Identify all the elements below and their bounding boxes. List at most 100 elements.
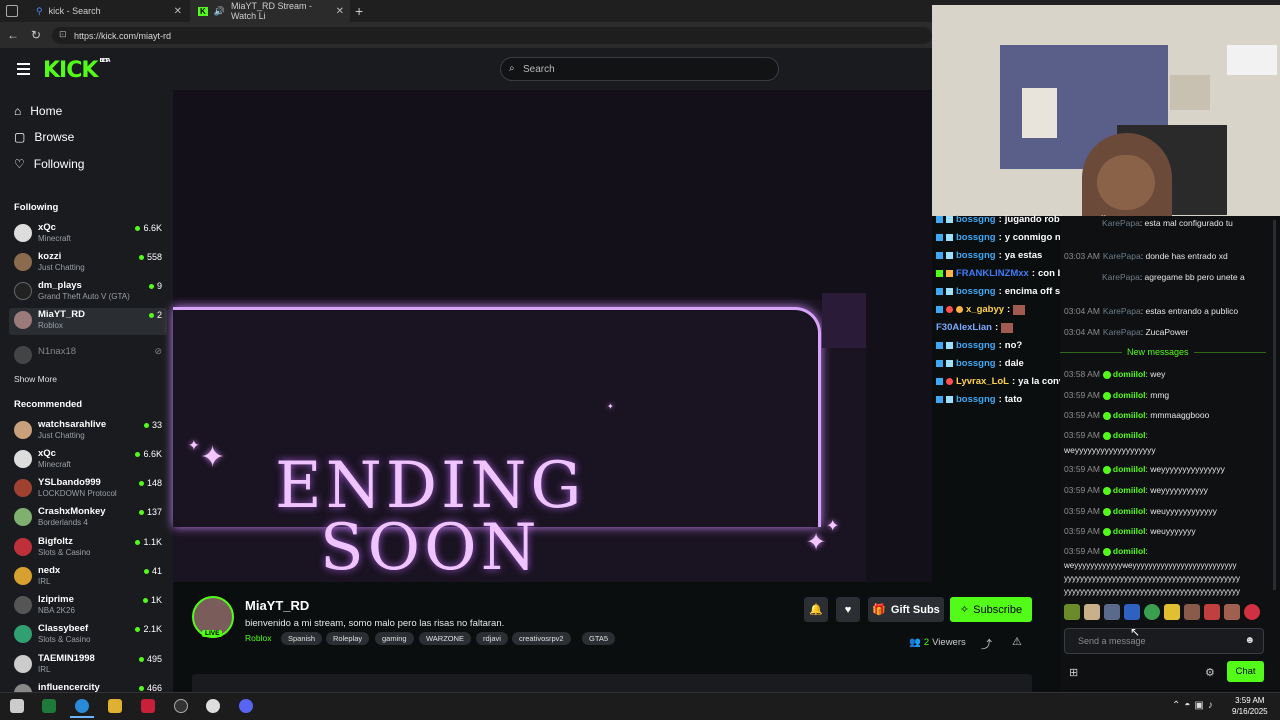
kick-logo[interactable]: KICK BETA <box>43 58 111 83</box>
viewer-count: 2 <box>148 310 162 320</box>
tag-pill[interactable]: Spanish <box>281 632 323 645</box>
channel-category: Minecraft <box>38 460 71 469</box>
emote-icon[interactable] <box>1184 604 1200 620</box>
notification-bell-button[interactable]: 🔔 <box>804 597 828 622</box>
emoji-icon[interactable]: ☻ <box>1244 635 1255 646</box>
emote-icon[interactable] <box>1104 604 1120 620</box>
subscribe-button[interactable]: ✧ Subscribe <box>950 597 1032 622</box>
channel-category: Just Chatting <box>38 263 85 272</box>
sidebar-rec-xqc[interactable]: xQc Minecraft 6.6K <box>14 448 166 475</box>
tag-pill[interactable]: creativosrpv2 <box>512 632 571 645</box>
reload-icon[interactable]: ↻ <box>31 28 41 42</box>
home-icon: ⌂ <box>14 104 22 118</box>
emote-icon[interactable] <box>1204 604 1220 620</box>
sidebar-rec-iziprime[interactable]: Iziprime NBA 2K26 1K <box>14 594 166 621</box>
chat-message-input[interactable]: Send a message ☻ <box>1064 628 1264 654</box>
tag-pill[interactable]: rdjavi <box>476 632 508 645</box>
webcam-face <box>1097 155 1155 210</box>
channel-name: Classybeef <box>38 623 89 634</box>
stream-category-link[interactable]: Roblox <box>245 633 271 643</box>
webcam-picture <box>1170 75 1210 110</box>
sidebar-rec-influencercity[interactable]: influencercity 466 <box>14 682 166 692</box>
sidebar-rec-yslbando999[interactable]: YSLbando999 LOCKDOWN Protocol 148 <box>14 477 166 504</box>
settings-gear-icon[interactable]: ⚙ <box>1205 666 1215 679</box>
webcam-poster <box>1022 88 1057 138</box>
browser-tab-search[interactable]: ⚲ kick - Search ✕ <box>28 0 188 22</box>
badge-icon <box>936 378 943 385</box>
overlay-crystal <box>822 293 866 348</box>
edge-icon[interactable] <box>75 699 89 713</box>
recommended-heading: Recommended <box>14 399 83 410</box>
new-tab-icon[interactable]: + <box>355 3 363 19</box>
report-icon[interactable]: ⚠ <box>1012 635 1022 648</box>
nav-label: Following <box>33 157 85 171</box>
emote-icon[interactable] <box>1144 604 1160 620</box>
app-icon[interactable] <box>42 699 56 713</box>
sidebar-channel-kozzi[interactable]: kozzi Just Chatting 558 <box>14 251 166 278</box>
emote-icon[interactable] <box>1064 604 1080 620</box>
users-icon: 👥 <box>909 637 921 648</box>
channel-name[interactable]: MiaYT_RD <box>245 598 309 613</box>
emote-icon[interactable] <box>1084 604 1100 620</box>
discord-icon[interactable] <box>239 699 253 713</box>
badge-icon <box>946 360 953 367</box>
follow-heart-button[interactable]: ♥ <box>836 597 860 622</box>
sidebar-rec-taemin1998[interactable]: TAEMIN1998 IRL 495 <box>14 653 166 680</box>
tab-actions-icon[interactable] <box>6 5 18 17</box>
tag-pill[interactable]: GTA5 <box>582 632 616 645</box>
taskbar-clock[interactable]: 3:59 AM 9/16/2025 <box>1232 695 1268 717</box>
nav-following[interactable]: ♡ Following <box>14 155 84 173</box>
nav-browse[interactable]: ▢ Browse <box>14 128 74 146</box>
emote-icon[interactable] <box>1244 604 1260 620</box>
gift-subs-button[interactable]: 🎁 Gift Subs <box>868 597 944 622</box>
tag-pill[interactable]: WARZONE <box>419 632 472 645</box>
emote-icon[interactable] <box>1164 604 1180 620</box>
sidebar-channel-dm-plays[interactable]: dm_plays Grand Theft Auto V (GTA) 9 <box>14 280 166 307</box>
sidebar-rec-crashxmonkey[interactable]: CrashxMonkey Borderlands 4 137 <box>14 506 166 533</box>
sidebar-channel-n1nax18[interactable]: N1nax18 ⊘ <box>14 344 166 371</box>
badge-icon <box>936 306 943 313</box>
sidebar-channel-miayt-rd[interactable]: MiaYT_RD Roblox 2 <box>14 309 166 336</box>
chat-message: 03:59 AM domiilol: <box>1064 430 1148 440</box>
channel-name: YSLbando999 <box>38 477 101 488</box>
sidebar-rec-bigfoltz[interactable]: Bigfoltz Slots & Casino 1.1K <box>14 536 166 563</box>
start-icon[interactable] <box>10 699 24 713</box>
overlay-chat-message: bossgng: no? <box>936 340 1022 351</box>
search-input[interactable]: ⌕ Search <box>500 57 779 81</box>
system-tray-icons[interactable]: ⌃◓▣♪ <box>1172 700 1217 711</box>
close-tab-icon[interactable]: ✕ <box>336 6 344 17</box>
chat-scrollbar[interactable] <box>1273 220 1276 590</box>
gift-icon[interactable]: ⊞ <box>1069 666 1078 679</box>
app-icon[interactable] <box>174 699 188 713</box>
emote-icon[interactable] <box>1224 604 1240 620</box>
menu-icon[interactable] <box>17 63 30 75</box>
app-icon[interactable] <box>141 699 155 713</box>
close-tab-icon[interactable]: ✕ <box>174 6 182 17</box>
tag-pill[interactable]: gaming <box>375 632 414 645</box>
chat-message: KarePapa: esta mal configurado tu <box>1102 218 1233 228</box>
chat-message: 03:58 AM domiilol: wey <box>1064 369 1166 379</box>
chat-message-text: yyyyyyyyyyyyyyyyyyyyyyyyyyyyyyyyyyyyyyyy… <box>1064 587 1240 596</box>
tag-pill[interactable]: Roleplay <box>326 632 370 645</box>
browser-tab-kick[interactable]: K 🔊 MiaYT_RD Stream - Watch Li ✕ <box>190 0 350 22</box>
sidebar-rec-watchsarahlive[interactable]: watchsarahlive Just Chatting 33 <box>14 419 166 446</box>
chat-send-button[interactable]: Chat <box>1227 661 1264 682</box>
lock-icon: ⊡ <box>59 29 67 39</box>
sidebar-rec-classybeef[interactable]: Classybeef Slots & Casino 2.1K <box>14 623 166 650</box>
show-more-link[interactable]: Show More <box>14 374 57 384</box>
viewer-count: 2.1K <box>135 624 162 634</box>
back-icon[interactable]: ← <box>7 28 19 42</box>
chat-message: 03:03 AM KarePapa: donde has entrado xd <box>1064 251 1228 261</box>
sidebar-channel-xqc[interactable]: xQc Minecraft 6.6K <box>14 222 166 249</box>
channel-category: Slots & Casino <box>38 635 91 644</box>
app-icon[interactable] <box>206 699 220 713</box>
url-field[interactable]: ⊡ https://kick.com/miayt-rd <box>52 27 932 44</box>
stream-title: bienvenido a mi stream, somo malo pero l… <box>245 618 505 629</box>
viewer-count: 495 <box>138 654 162 664</box>
sidebar-rec-nedx[interactable]: nedx IRL 41 <box>14 565 166 592</box>
share-icon[interactable]: ⤴ <box>981 636 992 652</box>
nav-home[interactable]: ⌂ Home <box>14 102 62 120</box>
file-explorer-icon[interactable] <box>108 699 122 713</box>
badge-icon <box>946 234 953 241</box>
emote-icon[interactable] <box>1124 604 1140 620</box>
